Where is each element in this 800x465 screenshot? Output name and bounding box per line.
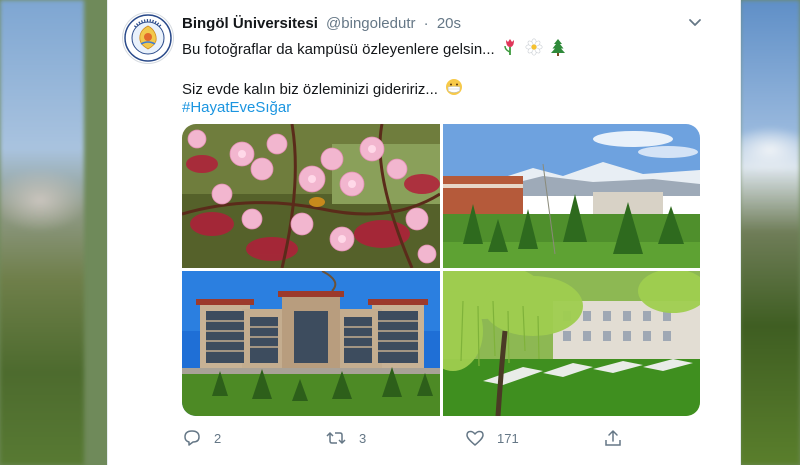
background-right (740, 0, 800, 465)
timestamp[interactable]: 20s (437, 15, 461, 32)
tweet-line-1: Bu fotoğraflar da kampüsü özleyenlere ge… (182, 40, 495, 58)
background-left (0, 0, 84, 465)
retweet-icon (326, 431, 346, 445)
reply-button[interactable]: 2 (182, 426, 221, 450)
photo-cherry-blossoms[interactable] (182, 124, 440, 268)
face-mask-icon (445, 78, 463, 102)
photo-willow-lawn[interactable] (443, 271, 700, 416)
photo-main-building[interactable] (182, 271, 440, 416)
tweet-actions: 2 3 171 (182, 426, 702, 450)
tweet-line-2: Siz evde kalın biz özleminizi gideririz.… (182, 80, 438, 98)
reply-icon (184, 430, 200, 446)
share-button[interactable] (603, 426, 623, 450)
tweet-card[interactable]: Bingöl Üniversitesi @bingoledutr · 20s B… (107, 0, 741, 465)
tweet-header: Bingöl Üniversitesi @bingoledutr · 20s (182, 15, 461, 32)
like-count: 171 (497, 430, 519, 446)
like-icon (466, 430, 484, 446)
display-name[interactable]: Bingöl Üniversitesi (182, 15, 318, 32)
hashtag-link[interactable]: #HayatEveSığar (182, 99, 291, 116)
university-seal-icon (124, 14, 172, 62)
user-handle[interactable]: @bingoledutr (326, 15, 415, 32)
caret-down-icon[interactable] (686, 13, 704, 31)
daisy-icon (525, 38, 543, 62)
retweet-button[interactable]: 3 (325, 426, 366, 450)
tree-icon (550, 38, 566, 62)
tulip-icon (502, 38, 518, 62)
photo-grid (182, 124, 700, 416)
separator-dot: · (423, 15, 429, 32)
photo-campus-mountains[interactable] (443, 124, 700, 268)
share-icon (605, 430, 621, 446)
retweet-count: 3 (359, 430, 367, 446)
like-button[interactable]: 171 (465, 426, 519, 450)
reply-count: 2 (214, 430, 222, 446)
tweet-text: Bu fotoğraflar da kampüsü özleyenlere ge… (182, 38, 702, 118)
avatar[interactable] (122, 12, 174, 64)
